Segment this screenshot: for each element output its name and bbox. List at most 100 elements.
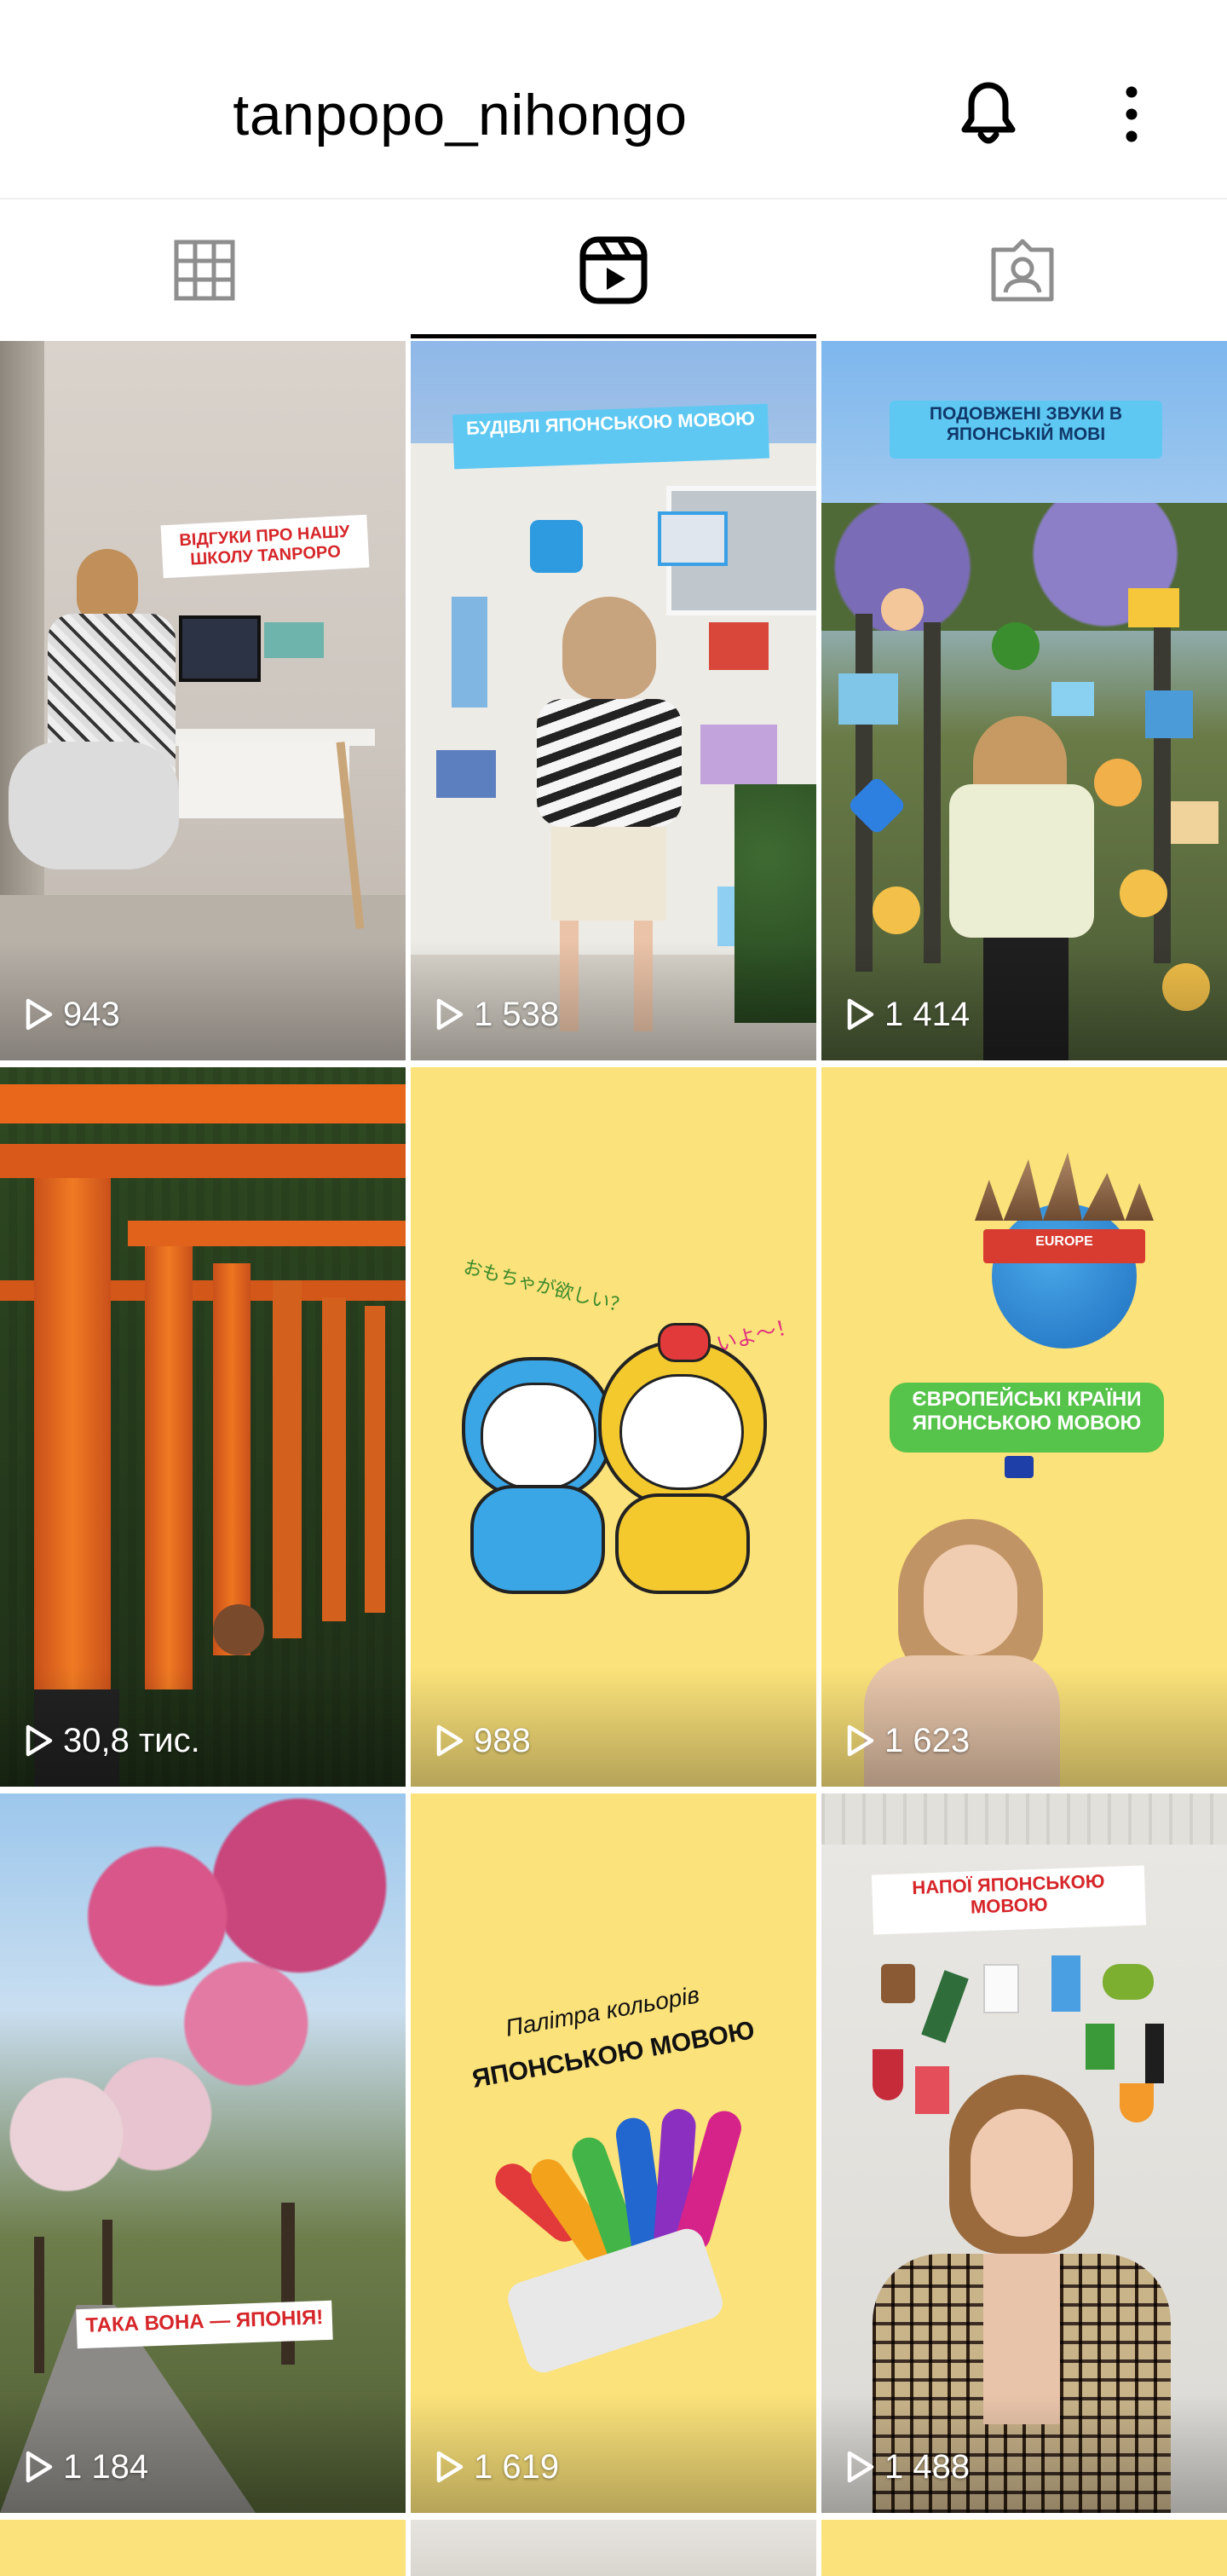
torii-pillar	[365, 1306, 385, 1613]
reel-tile[interactable]: Палітра кольорів ЯПОНСЬКОЮ МОВОЮ 1 619	[411, 1793, 816, 2513]
drink-emoji	[915, 2066, 949, 2114]
eu-flag-icon	[1005, 1456, 1034, 1478]
torii-beam	[0, 1084, 406, 1123]
blossom-tree	[0, 2032, 222, 2237]
reel-caption: ПОДОВЖЕНІ ЗВУКИ В ЯПОНСЬКІЙ МОВІ	[890, 401, 1162, 459]
torii-beam	[128, 1221, 406, 1246]
person-jacket	[949, 784, 1094, 938]
notifications-button[interactable]	[953, 78, 1024, 150]
active-tab-indicator	[411, 334, 816, 338]
view-count-label: 1 623	[884, 1722, 971, 1759]
tab-posts[interactable]	[0, 199, 409, 341]
play-icon	[847, 2451, 874, 2483]
torii-pillar	[213, 1263, 251, 1655]
profile-tabs	[0, 199, 1227, 341]
reel-tile[interactable]: ВІДГУКИ ПРО НАШУ ШКОЛУ TANPOPO 943	[0, 341, 406, 1060]
book-stack	[264, 622, 324, 658]
milk-emoji	[983, 1964, 1019, 2013]
person-head	[213, 1604, 264, 1655]
pergola-post	[924, 622, 941, 963]
view-count-label: 943	[63, 996, 120, 1033]
beer-emoji	[1171, 801, 1218, 844]
person-emoji	[1120, 869, 1167, 917]
person-emoji	[873, 887, 920, 934]
view-count-label: 1 488	[884, 2448, 971, 2486]
building-emoji	[1145, 690, 1193, 738]
bell-icon	[961, 82, 1016, 144]
view-count: 1 623	[845, 1720, 970, 1761]
juice-emoji	[1086, 2024, 1115, 2070]
play-icon	[26, 998, 53, 1031]
tree-emoji	[992, 622, 1040, 670]
cocktail-emoji	[1120, 2083, 1154, 2123]
view-count: 1 184	[24, 2446, 148, 2487]
tab-tagged[interactable]	[818, 199, 1227, 341]
store-emoji	[658, 511, 728, 566]
bank-emoji	[530, 520, 583, 573]
play-icon	[26, 2451, 53, 2483]
view-count: 1 488	[845, 2446, 970, 2487]
play-icon	[436, 998, 464, 1031]
view-count-label: 1 184	[63, 2448, 149, 2486]
person-sweater	[537, 699, 682, 827]
view-count-label: 1 538	[474, 996, 560, 1033]
person-face	[924, 1545, 1017, 1655]
bird-emoji	[1051, 682, 1094, 716]
view-count: 1 619	[435, 2446, 559, 2487]
profile-header: tanpopo_nihongo	[0, 0, 1227, 198]
castle-emoji	[700, 725, 777, 784]
reel-tile-partial[interactable]	[0, 2520, 406, 2576]
reel-caption: おもちゃが欲しい？	[461, 1256, 631, 1318]
person-hair	[77, 549, 138, 622]
coffee-emoji	[881, 1964, 915, 2003]
skyscraper-emoji	[452, 597, 487, 708]
wine-emoji	[873, 2049, 903, 2100]
torii-pillar	[322, 1297, 346, 1621]
reel-tile[interactable]: ПОДОВЖЕНІ ЗВУКИ В ЯПОНСЬКІЙ МОВІ 1 414	[821, 341, 1227, 1060]
dorami-body	[615, 1493, 750, 1594]
map-emoji	[838, 673, 898, 725]
person-emoji	[1094, 759, 1142, 806]
doraemon-face	[481, 1383, 596, 1490]
person-face	[971, 2109, 1073, 2237]
view-count: 943	[24, 994, 120, 1035]
reel-tile-partial[interactable]	[821, 2520, 1227, 2576]
sake-emoji	[921, 1970, 969, 2043]
chair	[9, 742, 179, 869]
person-hair	[562, 597, 656, 699]
person-emoji	[881, 588, 924, 631]
grid-icon	[174, 240, 235, 301]
doraemon-body	[470, 1485, 605, 1594]
view-count: 1 414	[845, 994, 970, 1035]
reel-caption: БУДІВЛІ ЯПОНСЬКОЮ МОВОЮ	[452, 403, 770, 470]
more-vertical-icon	[1126, 86, 1138, 142]
torii-pillar	[34, 1178, 111, 1707]
torii-pillar	[273, 1280, 302, 1638]
view-count: 30,8 тис.	[24, 1720, 200, 1761]
torii-pillar	[145, 1246, 193, 1689]
reel-tile[interactable]: EUROPE ЄВРОПЕЙСЬКІ КРАЇНИ ЯПОНСЬКОЮ МОВО…	[821, 1067, 1227, 1787]
view-count-label: 1 619	[474, 2448, 560, 2486]
view-count: 1 538	[435, 994, 559, 1035]
reel-tile[interactable]: БУДІВЛІ ЯПОНСЬКОЮ МОВОЮ 1 538	[411, 341, 816, 1060]
play-icon	[436, 2451, 464, 2483]
reel-tile[interactable]: ТАКА ВОНА — ЯПОНІЯ! 1 184	[0, 1793, 406, 2513]
reel-tile[interactable]: おもちゃが欲しい？ 欲しいよ〜！ 988	[411, 1067, 816, 1787]
reel-tile-partial[interactable]	[411, 2520, 816, 2576]
milk-carton-emoji	[1051, 1955, 1080, 2012]
europe-ribbon: EUROPE	[983, 1229, 1145, 1263]
tab-reels[interactable]	[409, 199, 818, 341]
tree-trunk	[34, 2237, 44, 2373]
reel-tile[interactable]: 30,8 тис.	[0, 1067, 406, 1787]
play-icon	[847, 1724, 874, 1757]
more-options-button[interactable]	[1108, 78, 1155, 150]
reel-caption: ЄВРОПЕЙСЬКІ КРАЇНИ ЯПОНСЬКОЮ МОВОЮ	[890, 1383, 1164, 1453]
view-count: 988	[435, 1720, 531, 1761]
laptop	[179, 615, 261, 682]
play-icon	[26, 1724, 53, 1757]
reel-caption: ВІДГУКИ ПРО НАШУ ШКОЛУ TANPOPO	[160, 514, 370, 579]
cheese-emoji	[1128, 588, 1179, 627]
reel-tile[interactable]: НАПОЇ ЯПОНСЬКОЮ МОВОЮ 1 488	[821, 1793, 1227, 2513]
profile-username[interactable]: tanpopo_nihongo	[0, 78, 920, 152]
dorami-face	[619, 1374, 744, 1490]
